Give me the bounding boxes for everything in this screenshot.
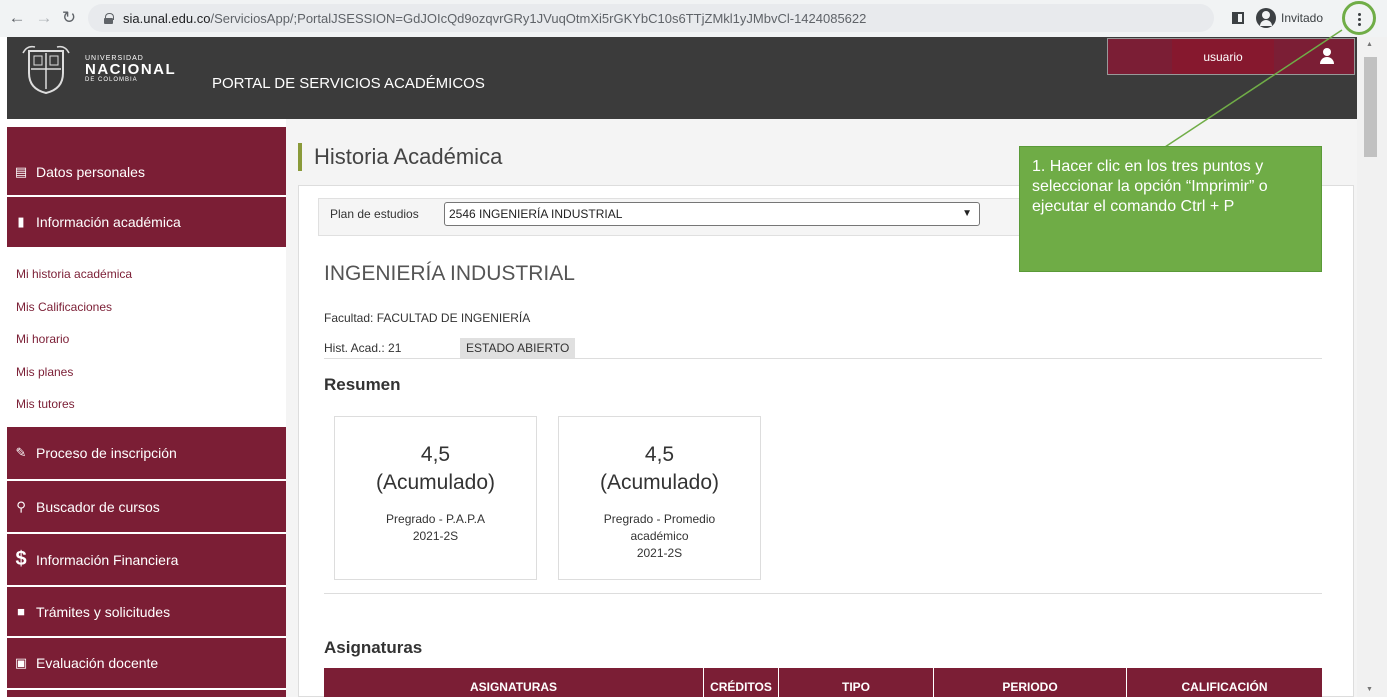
- annotation-note: 1. Hacer clic en los tres puntos y selec…: [1019, 146, 1322, 272]
- annotation-circle: [1342, 1, 1376, 35]
- annotation-leader-line: [1164, 29, 1343, 148]
